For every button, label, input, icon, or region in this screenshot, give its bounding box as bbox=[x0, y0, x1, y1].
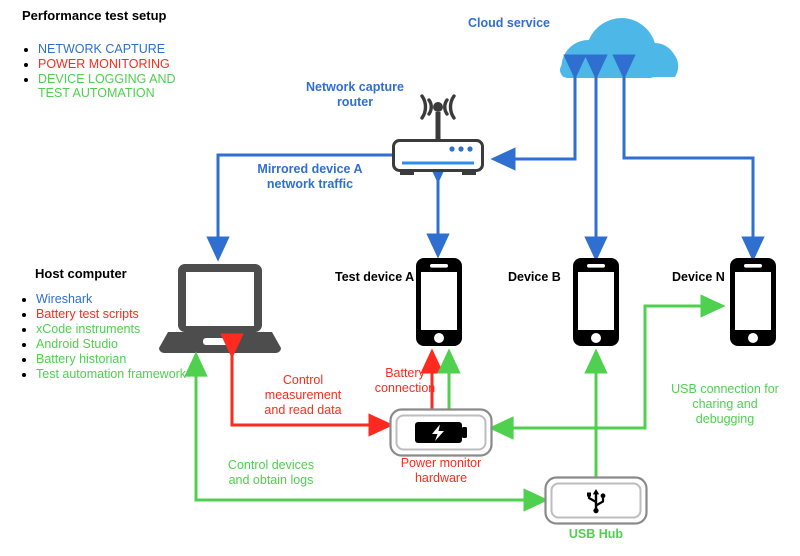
host-tool-wireshark: Wireshark bbox=[36, 292, 216, 306]
host-computer-title: Host computer bbox=[35, 266, 127, 281]
power-monitor-hardware-icon bbox=[389, 408, 493, 457]
host-tool-battery-test-scripts: Battery test scripts bbox=[36, 307, 216, 321]
network-capture-router-label: Network capture router bbox=[306, 80, 404, 109]
battery-connection-label: Battery connection bbox=[374, 366, 436, 395]
control-measurement-label: Control measurement and read data bbox=[264, 373, 342, 417]
usb-hub-icon bbox=[544, 476, 648, 525]
page-title: Performance test setup bbox=[22, 8, 167, 23]
cloud-service-icon bbox=[560, 18, 679, 78]
test-device-a-label: Test device A bbox=[335, 270, 415, 284]
usb-connection-label: USB connection for charing and debugging bbox=[671, 382, 779, 426]
usb-hub-label: USB Hub bbox=[568, 527, 624, 541]
edge-cloud-to-router bbox=[490, 54, 587, 171]
host-tool-battery-historian: Battery historian bbox=[36, 352, 216, 366]
device-b-icon bbox=[573, 258, 619, 346]
control-devices-label: Control devices and obtain logs bbox=[227, 458, 315, 487]
legend-item-device-logging: DEVICE LOGGING AND TEST AUTOMATION bbox=[38, 72, 228, 100]
legend-item-network-capture: NETWORK CAPTURE bbox=[38, 42, 228, 56]
host-tool-xcode-instruments: xCode instruments bbox=[36, 322, 216, 336]
legend-item-power-monitoring: POWER MONITORING bbox=[38, 57, 228, 71]
diagram-canvas: Performance test setup NETWORK CAPTURE P… bbox=[0, 0, 800, 556]
host-tool-android-studio: Android Studio bbox=[36, 337, 216, 351]
legend-list: NETWORK CAPTURE POWER MONITORING DEVICE … bbox=[24, 42, 228, 101]
host-tools-list: Wireshark Battery test scripts xCode ins… bbox=[22, 292, 216, 382]
host-tool-test-automation-framework: Test automation framework bbox=[36, 367, 216, 381]
power-monitor-hardware-label: Power monitor hardware bbox=[400, 456, 482, 485]
device-b-label: Device B bbox=[508, 270, 561, 284]
test-device-a-icon bbox=[416, 258, 462, 346]
device-n-icon bbox=[730, 258, 776, 346]
device-n-label: Device N bbox=[672, 270, 725, 284]
edge-cloud-to-device-n bbox=[612, 54, 765, 262]
mirrored-traffic-label: Mirrored device A network traffic bbox=[257, 162, 363, 191]
cloud-service-label: Cloud service bbox=[468, 16, 550, 30]
